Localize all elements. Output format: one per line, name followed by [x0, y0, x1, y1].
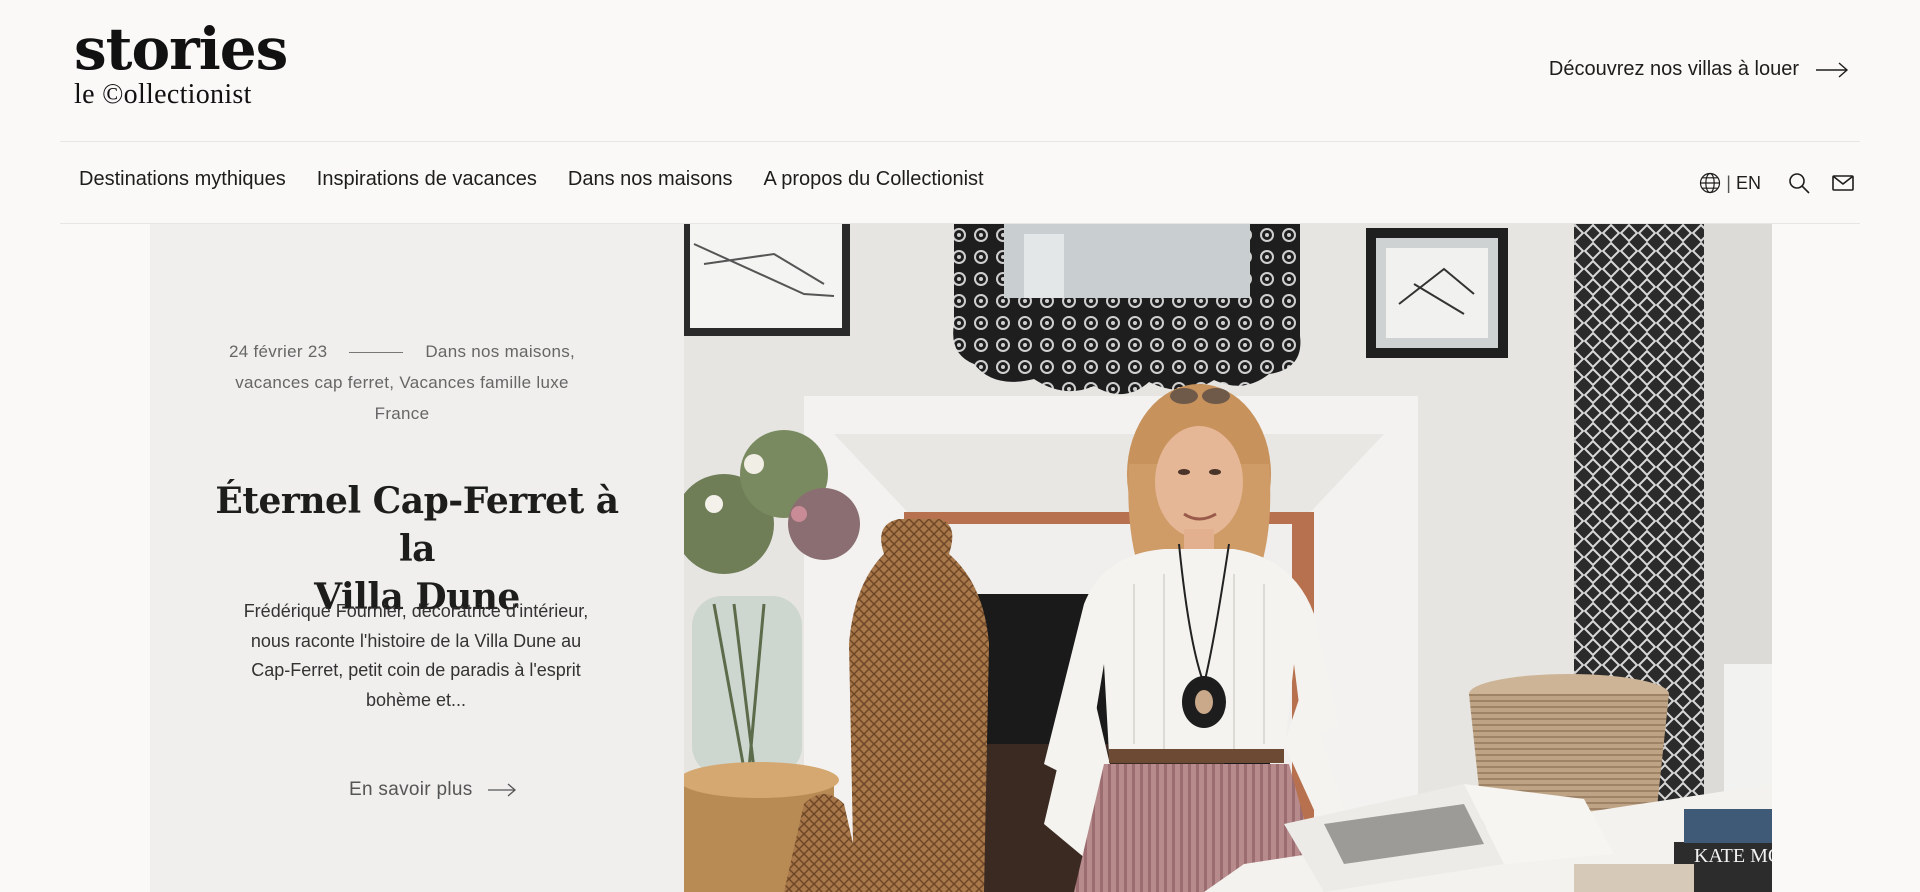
article-excerpt: Frédérique Fournier, décoratrice d'intér… — [243, 601, 589, 710]
arrow-right-icon — [487, 783, 516, 797]
logo-subtitle: le ©ollectionist — [74, 79, 252, 110]
meta-divider — [349, 352, 404, 354]
article-category-country[interactable]: France — [202, 398, 602, 429]
search-icon — [1789, 173, 1810, 194]
arrow-right-icon — [1816, 61, 1849, 78]
language-separator: | — [1726, 172, 1731, 193]
language-label: EN — [1735, 172, 1761, 193]
header-divider — [60, 141, 1860, 142]
nav-item-about[interactable]: A propos du Collectionist — [763, 168, 983, 191]
language-switcher[interactable]: | EN — [1699, 172, 1761, 194]
article-title-line1: Éternel Cap-Ferret à la — [215, 480, 619, 570]
main-nav: Destinations mythiques Inspirations de v… — [79, 168, 984, 191]
read-more-link[interactable]: En savoir plus — [349, 779, 517, 801]
article-category-primary[interactable]: Dans nos maisons, — [425, 342, 575, 361]
logo-wordmark: stories — [74, 15, 288, 83]
book-cover-text: KATE MOSS — [1694, 845, 1772, 867]
interior-portrait-illustration: KATE MOSS — [684, 224, 1772, 892]
site-logo[interactable]: stories le ©ollectionist — [74, 15, 288, 110]
article-meta: 24 février 23 Dans nos maisons, vacances … — [202, 336, 602, 429]
article-date: 24 février 23 — [228, 342, 328, 361]
featured-article-panel: 24 février 23 Dans nos maisons, vacances … — [150, 224, 684, 892]
search-button[interactable] — [1787, 171, 1811, 195]
villas-cta-link[interactable]: Découvrez nos villas à louer — [1549, 58, 1849, 81]
villas-cta-label: Découvrez nos villas à louer — [1548, 58, 1799, 80]
globe-icon — [1700, 172, 1721, 194]
mail-icon — [1832, 175, 1854, 191]
nav-tools: | EN — [1699, 171, 1855, 195]
read-more-label: En savoir plus — [349, 779, 473, 800]
nav-item-maisons[interactable]: Dans nos maisons — [568, 168, 733, 191]
featured-article-photo[interactable]: KATE MOSS — [684, 224, 1772, 892]
nav-item-inspirations[interactable]: Inspirations de vacances — [317, 168, 537, 191]
nav-item-destinations[interactable]: Destinations mythiques — [79, 168, 286, 191]
article-categories-secondary[interactable]: vacances cap ferret, Vacances famille lu… — [202, 367, 602, 398]
contact-button[interactable] — [1831, 171, 1855, 195]
